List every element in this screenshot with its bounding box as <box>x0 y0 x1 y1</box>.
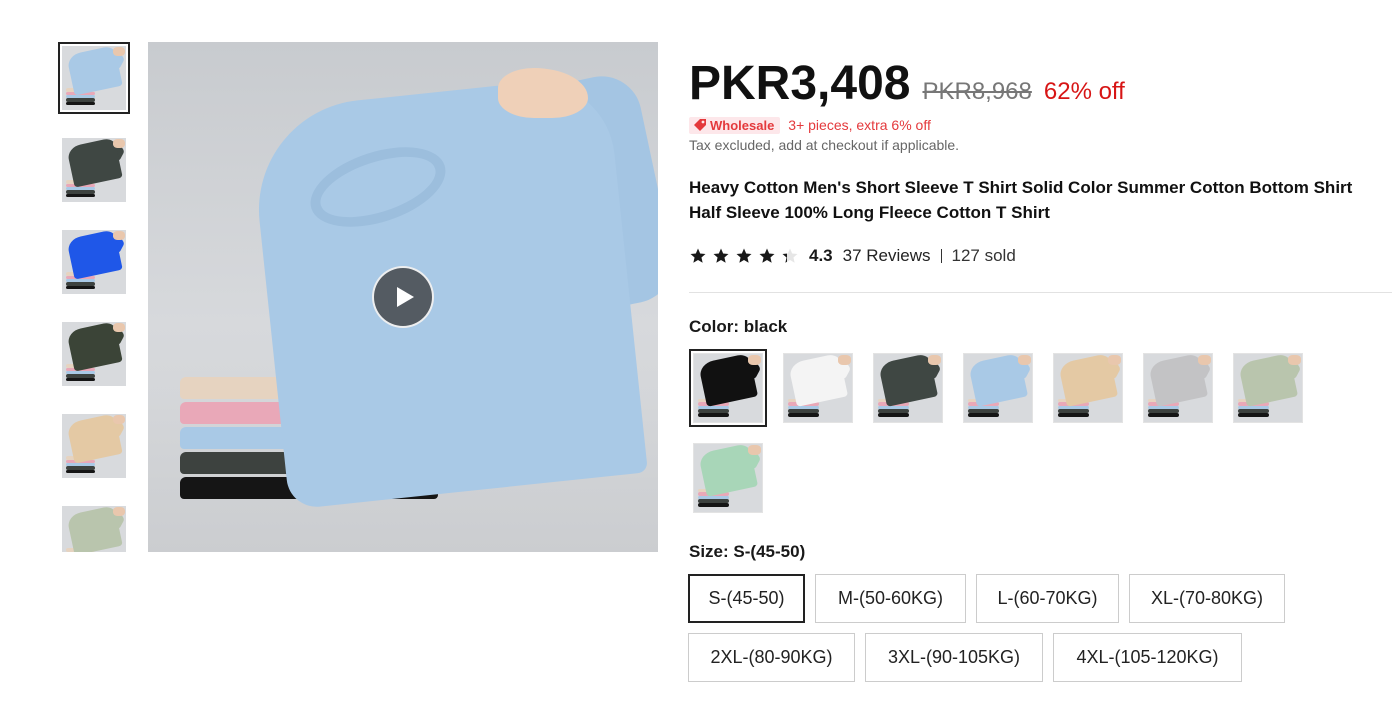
product-info: PKR3,408 PKR8,968 62% off Wholesale 3+ p… <box>689 56 1392 268</box>
thumbnail-image <box>62 506 126 552</box>
hand <box>838 355 851 365</box>
rating-row: 4.3 37 Reviews 127 sold <box>689 244 1392 268</box>
hand <box>113 323 125 333</box>
color-swatch[interactable] <box>779 349 857 427</box>
tag-icon <box>694 119 706 131</box>
hand <box>928 355 941 365</box>
swatch-image <box>963 353 1033 423</box>
folded-shirt <box>968 413 1000 417</box>
wholesale-badge-label: Wholesale <box>710 117 775 133</box>
original-price: PKR8,968 <box>922 78 1032 105</box>
folded-shirt <box>788 413 820 417</box>
swatch-image <box>783 353 853 423</box>
hand <box>1018 355 1031 365</box>
folded-shirt <box>878 413 910 417</box>
shirt-body <box>248 74 648 510</box>
thumbnail[interactable] <box>58 318 130 390</box>
swatch-image <box>1053 353 1123 423</box>
size-option[interactable]: 2XL-(80-90KG) <box>688 633 855 682</box>
star-rating <box>689 247 799 265</box>
swatch-image <box>693 353 763 423</box>
star-icon <box>735 247 753 265</box>
folded-shirt <box>1058 413 1090 417</box>
folded-shirt <box>65 469 96 473</box>
folded-shirt <box>65 101 96 105</box>
discount-label: 62% off <box>1043 78 1125 105</box>
selected-size: S-(45-50) <box>733 542 806 561</box>
star-icon <box>758 247 776 265</box>
thumbnail[interactable] <box>58 226 130 298</box>
wholesale-badge: Wholesale <box>689 116 781 134</box>
hand <box>113 415 125 425</box>
folded-shirt <box>65 285 96 289</box>
play-icon <box>397 287 414 307</box>
tax-note: Tax excluded, add at checkout if applica… <box>689 137 960 153</box>
folded-shirt <box>698 413 730 417</box>
thumbnail-image <box>62 138 126 202</box>
star-icon <box>712 247 730 265</box>
hand <box>113 139 125 149</box>
thumbnail[interactable] <box>58 42 130 114</box>
size-option[interactable]: M-(50-60KG) <box>815 574 966 623</box>
size-option[interactable]: 3XL-(90-105KG) <box>865 633 1043 682</box>
hand <box>1198 355 1211 365</box>
color-swatch[interactable] <box>959 349 1037 427</box>
thumbnail-rail <box>58 42 130 552</box>
rating-score: 4.3 <box>809 246 833 265</box>
swatch-image <box>1233 353 1303 423</box>
swatch-image <box>873 353 943 423</box>
color-swatch[interactable] <box>689 349 767 427</box>
hand <box>113 231 125 241</box>
star-icon <box>689 247 707 265</box>
color-label: Color: black <box>689 317 787 337</box>
size-option[interactable]: S-(45-50) <box>688 574 805 623</box>
thumbnail-image <box>62 230 126 294</box>
thumbnail-image <box>62 46 126 110</box>
size-label-text: Size: <box>689 542 729 561</box>
hand <box>498 68 588 118</box>
play-video-button[interactable] <box>372 266 434 328</box>
size-option[interactable]: 4XL-(105-120KG) <box>1053 633 1242 682</box>
sold-count: 127 sold <box>951 246 1016 265</box>
main-product-image[interactable] <box>148 42 658 552</box>
star-icon <box>781 247 799 265</box>
divider <box>940 249 942 263</box>
folded-shirt <box>1238 413 1270 417</box>
size-option[interactable]: L-(60-70KG) <box>976 574 1119 623</box>
price-row: PKR3,408 PKR8,968 62% off <box>689 56 1392 112</box>
color-swatch[interactable] <box>869 349 947 427</box>
swatch-image <box>693 443 763 513</box>
color-label-text: Color: <box>689 317 740 336</box>
selected-color: black <box>743 317 788 336</box>
thumbnail[interactable] <box>58 134 130 206</box>
color-swatch[interactable] <box>1229 349 1307 427</box>
hand <box>748 445 761 455</box>
thumbnail-image <box>62 414 126 478</box>
color-swatch[interactable] <box>1139 349 1217 427</box>
size-label: Size: S-(45-50) <box>689 542 805 562</box>
folded-shirt <box>698 503 730 507</box>
thumbnail[interactable] <box>58 410 130 482</box>
wholesale-offer: 3+ pieces, extra 6% off <box>788 117 931 133</box>
swatch-image <box>1143 353 1213 423</box>
section-divider <box>689 292 1392 293</box>
color-swatch[interactable] <box>689 439 767 517</box>
size-option[interactable]: XL-(70-80KG) <box>1129 574 1285 623</box>
reviews-link[interactable]: 37 Reviews <box>843 246 931 266</box>
hand <box>113 47 125 57</box>
hand <box>1288 355 1301 365</box>
hand <box>113 507 125 517</box>
hand <box>1108 355 1121 365</box>
color-swatch[interactable] <box>1049 349 1127 427</box>
current-price: PKR3,408 <box>689 57 911 110</box>
folded-shirt <box>65 193 96 197</box>
hand <box>748 355 761 365</box>
thumbnail[interactable] <box>58 502 130 552</box>
wholesale-row: Wholesale 3+ pieces, extra 6% off <box>689 115 1392 135</box>
folded-shirt <box>65 377 96 381</box>
product-title: Heavy Cotton Men's Short Sleeve T Shirt … <box>689 178 1353 222</box>
thumbnail-image <box>62 322 126 386</box>
folded-shirt <box>1148 413 1180 417</box>
